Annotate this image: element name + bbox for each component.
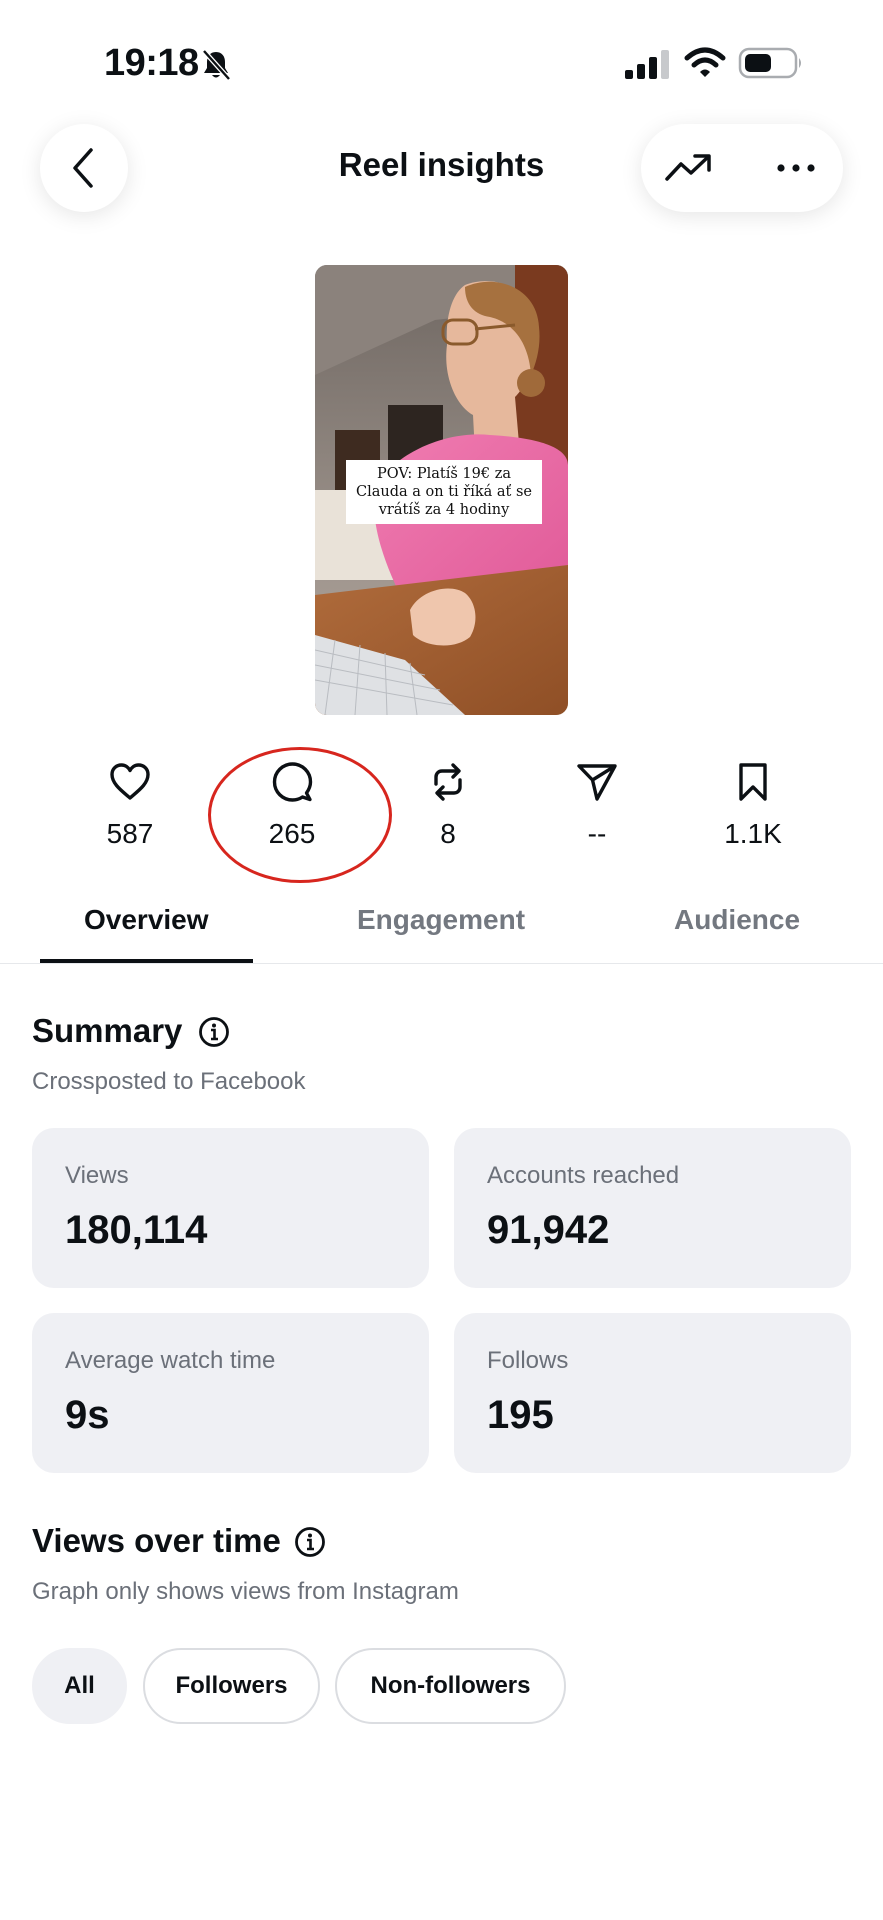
shares-count: -- xyxy=(587,818,607,849)
info-icon[interactable] xyxy=(294,1526,326,1558)
likes-metric: 587 xyxy=(70,760,190,850)
tab-engagement[interactable]: Engagement xyxy=(357,904,525,936)
filter-chip-non-followers[interactable]: Non-followers xyxy=(335,1648,566,1724)
insights-tabs: Overview Engagement Audience xyxy=(0,880,883,964)
header-actions xyxy=(641,124,843,212)
accounts-reached-label: Accounts reached xyxy=(487,1162,680,1189)
heart-icon xyxy=(110,763,150,800)
reel-caption: POV: Platíš 19€ za Clauda a on ti říká a… xyxy=(346,460,542,524)
cellular-signal-icon xyxy=(625,50,669,79)
more-options-button[interactable] xyxy=(769,144,823,192)
views-label: Views xyxy=(65,1162,129,1189)
likes-count: 587 xyxy=(106,818,154,849)
accounts-reached-card[interactable]: Accounts reached 91,942 xyxy=(454,1128,851,1288)
share-icon xyxy=(577,764,617,801)
average-watch-time-value: 9s xyxy=(65,1393,110,1437)
status-time: 19:18 xyxy=(104,42,199,84)
summary-title: Summary xyxy=(32,1012,183,1049)
reposts-count: 8 xyxy=(440,818,456,849)
views-over-time-subtitle: Graph only shows views from Instagram xyxy=(32,1578,459,1605)
tab-overview[interactable]: Overview xyxy=(84,904,209,936)
accounts-reached-value: 91,942 xyxy=(487,1208,610,1252)
reel-thumbnail[interactable]: POV: Platíš 19€ za Clauda a on ti říká a… xyxy=(315,265,568,715)
tab-audience[interactable]: Audience xyxy=(674,904,800,936)
views-value: 180,114 xyxy=(65,1208,208,1252)
views-card[interactable]: Views 180,114 xyxy=(32,1128,429,1288)
views-over-time-title: Views over time xyxy=(32,1522,281,1559)
highlight-ring xyxy=(208,747,392,883)
follows-card[interactable]: Follows 195 xyxy=(454,1313,851,1473)
trends-button[interactable] xyxy=(661,144,715,192)
more-horizontal-icon xyxy=(777,164,815,172)
shares-metric: -- xyxy=(537,760,657,850)
bell-slash-icon xyxy=(202,49,231,81)
follows-label: Follows xyxy=(487,1347,569,1374)
average-watch-time-card[interactable]: Average watch time 9s xyxy=(32,1313,429,1473)
battery-icon xyxy=(738,47,801,79)
filter-chip-all[interactable]: All xyxy=(32,1648,127,1724)
saves-metric: 1.1K xyxy=(693,760,813,850)
summary-subtitle: Crossposted to Facebook xyxy=(32,1068,306,1095)
active-tab-indicator xyxy=(40,959,253,963)
repost-icon xyxy=(434,763,462,801)
wifi-icon xyxy=(684,47,726,77)
trending-up-icon xyxy=(665,154,711,181)
average-watch-time-label: Average watch time xyxy=(65,1347,276,1374)
saves-count: 1.1K xyxy=(724,818,782,849)
status-bar: 19:18 xyxy=(0,0,883,130)
bookmark-icon xyxy=(739,763,767,801)
filter-chip-followers[interactable]: Followers xyxy=(143,1648,320,1724)
info-icon[interactable] xyxy=(198,1016,230,1048)
reposts-metric: 8 xyxy=(388,760,508,850)
follows-value: 195 xyxy=(487,1393,554,1437)
